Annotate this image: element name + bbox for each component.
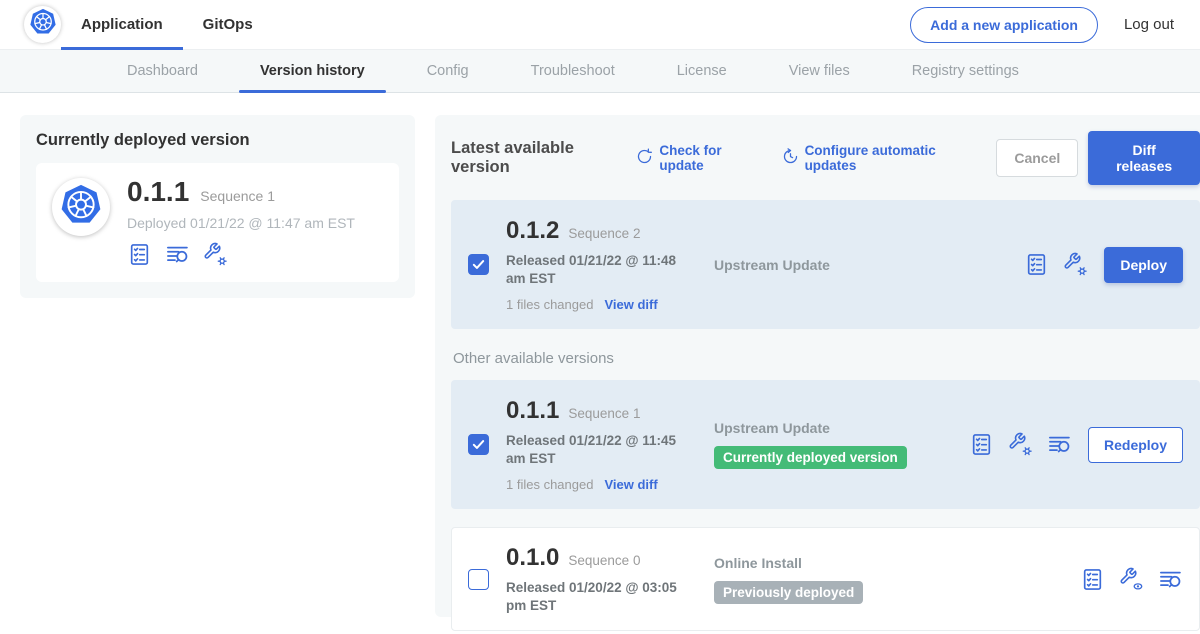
version-row-actions	[1024, 252, 1088, 277]
latest-version-header: Latest available version Check for updat…	[451, 131, 1200, 185]
view-config-icon[interactable]	[1119, 567, 1144, 592]
files-changed-label: 1 files changed	[506, 297, 593, 312]
version-row-0-1-1: 0.1.1 Sequence 1 Released 01/21/22 @ 11:…	[451, 380, 1200, 509]
version-source-column: Online Install Previously deployed	[714, 555, 969, 604]
deploy-button[interactable]: Deploy	[1104, 247, 1183, 283]
topnav-tab-application[interactable]: Application	[61, 0, 183, 50]
check-for-update-link[interactable]: Check for update	[636, 143, 757, 173]
version-row-actions	[969, 432, 1072, 457]
currently-deployed-badge: Currently deployed version	[714, 446, 907, 469]
other-versions-label: Other available versions	[453, 350, 1198, 367]
view-diff-link[interactable]: View diff	[604, 297, 657, 312]
tab-config[interactable]: Config	[406, 50, 490, 92]
tab-label: View files	[789, 63, 850, 79]
tab-label: Config	[427, 63, 469, 79]
preflight-checklist-icon[interactable]	[969, 432, 994, 457]
deployed-version-info: 0.1.1 Sequence 1 Deployed 01/21/22 @ 11:…	[127, 176, 355, 267]
schedule-update-icon	[782, 148, 799, 168]
tab-label: License	[677, 63, 727, 79]
tab-label: Dashboard	[127, 63, 198, 79]
released-timestamp: Released 01/20/22 @ 03:05 pm EST	[506, 579, 698, 614]
checkmark-icon	[471, 437, 486, 452]
add-new-application-button[interactable]: Add a new application	[910, 7, 1098, 43]
version-history-panel: Latest available version Check for updat…	[435, 115, 1200, 617]
check-for-update-label: Check for update	[659, 143, 757, 173]
refresh-icon	[636, 148, 653, 168]
app-logo	[24, 6, 61, 43]
kubernetes-logo-icon	[28, 7, 58, 42]
sequence-label: Sequence 0	[568, 553, 640, 568]
previously-deployed-badge: Previously deployed	[714, 581, 863, 604]
version-source-column: Upstream Update Currently deployed versi…	[714, 420, 969, 469]
tab-troubleshoot[interactable]: Troubleshoot	[510, 50, 636, 92]
app-tab-bar: Dashboard Version history Config Trouble…	[0, 50, 1200, 93]
redeploy-button[interactable]: Redeploy	[1088, 427, 1183, 463]
tab-license[interactable]: License	[656, 50, 748, 92]
checkmark-icon	[471, 257, 486, 272]
deployed-timestamp: Deployed 01/21/22 @ 11:47 am EST	[127, 215, 355, 231]
deployed-version-card: 0.1.1 Sequence 1 Deployed 01/21/22 @ 11:…	[36, 163, 399, 282]
tab-label: Registry settings	[912, 63, 1019, 79]
kubernetes-logo-icon	[58, 182, 104, 233]
version-checkbox[interactable]	[468, 569, 489, 590]
view-logs-icon[interactable]	[165, 242, 190, 267]
deployed-version-actions	[127, 242, 355, 267]
version-number: 0.1.1	[127, 176, 189, 208]
version-row-0-1-0: 0.1.0 Sequence 0 Released 01/20/22 @ 03:…	[451, 527, 1200, 631]
version-checkbox[interactable]	[468, 434, 489, 455]
preflight-checklist-icon[interactable]	[127, 242, 152, 267]
version-source-label: Upstream Update	[714, 257, 969, 273]
version-info: 0.1.1 Sequence 1 Released 01/21/22 @ 11:…	[506, 397, 714, 492]
view-diff-link[interactable]: View diff	[604, 477, 657, 492]
tab-dashboard[interactable]: Dashboard	[106, 50, 219, 92]
tab-registry-settings[interactable]: Registry settings	[891, 50, 1040, 92]
version-source-label: Upstream Update	[714, 420, 969, 436]
version-info: 0.1.2 Sequence 2 Released 01/21/22 @ 11:…	[506, 217, 714, 312]
latest-version-title: Latest available version	[451, 139, 620, 177]
topnav-tab-label: GitOps	[203, 16, 253, 33]
currently-deployed-panel: Currently deployed version 0.1.1 Sequenc…	[20, 115, 415, 298]
version-checkbox[interactable]	[468, 254, 489, 275]
sequence-label: Sequence 1	[200, 188, 275, 204]
cancel-button[interactable]: Cancel	[996, 139, 1078, 177]
view-logs-icon[interactable]	[1047, 432, 1072, 457]
version-source-column: Upstream Update	[714, 257, 969, 273]
released-timestamp: Released 01/21/22 @ 11:45 am EST	[506, 432, 698, 467]
currently-deployed-title: Currently deployed version	[36, 131, 399, 150]
version-source-label: Online Install	[714, 555, 969, 571]
sequence-label: Sequence 2	[568, 226, 640, 241]
sequence-label: Sequence 1	[568, 406, 640, 421]
configure-updates-label: Configure automatic updates	[805, 143, 973, 173]
topnav-tab-gitops[interactable]: GitOps	[183, 0, 273, 50]
view-logs-icon[interactable]	[1158, 567, 1183, 592]
tab-label: Version history	[260, 63, 365, 79]
configure-automatic-updates-link[interactable]: Configure automatic updates	[782, 143, 973, 173]
edit-config-icon[interactable]	[1008, 432, 1033, 457]
logout-button[interactable]: Log out	[1124, 16, 1174, 33]
app-logo	[52, 178, 110, 236]
version-row-0-1-2: 0.1.2 Sequence 2 Released 01/21/22 @ 11:…	[451, 200, 1200, 329]
diff-releases-button[interactable]: Diff releases	[1088, 131, 1200, 185]
topnav-tab-label: Application	[81, 16, 163, 33]
version-row-actions	[1080, 567, 1183, 592]
version-number: 0.1.1	[506, 397, 559, 425]
tab-label: Troubleshoot	[531, 63, 615, 79]
version-number: 0.1.0	[506, 544, 559, 572]
edit-config-icon[interactable]	[203, 242, 228, 267]
edit-config-icon[interactable]	[1063, 252, 1088, 277]
files-changed-label: 1 files changed	[506, 477, 593, 492]
preflight-checklist-icon[interactable]	[1024, 252, 1049, 277]
version-number: 0.1.2	[506, 217, 559, 245]
tab-view-files[interactable]: View files	[768, 50, 871, 92]
preflight-checklist-icon[interactable]	[1080, 567, 1105, 592]
released-timestamp: Released 01/21/22 @ 11:48 am EST	[506, 252, 698, 287]
tab-version-history[interactable]: Version history	[239, 50, 386, 92]
main-content: Currently deployed version 0.1.1 Sequenc…	[0, 93, 1200, 617]
top-nav: Application GitOps Add a new application…	[0, 0, 1200, 50]
version-info: 0.1.0 Sequence 0 Released 01/20/22 @ 03:…	[506, 544, 714, 614]
